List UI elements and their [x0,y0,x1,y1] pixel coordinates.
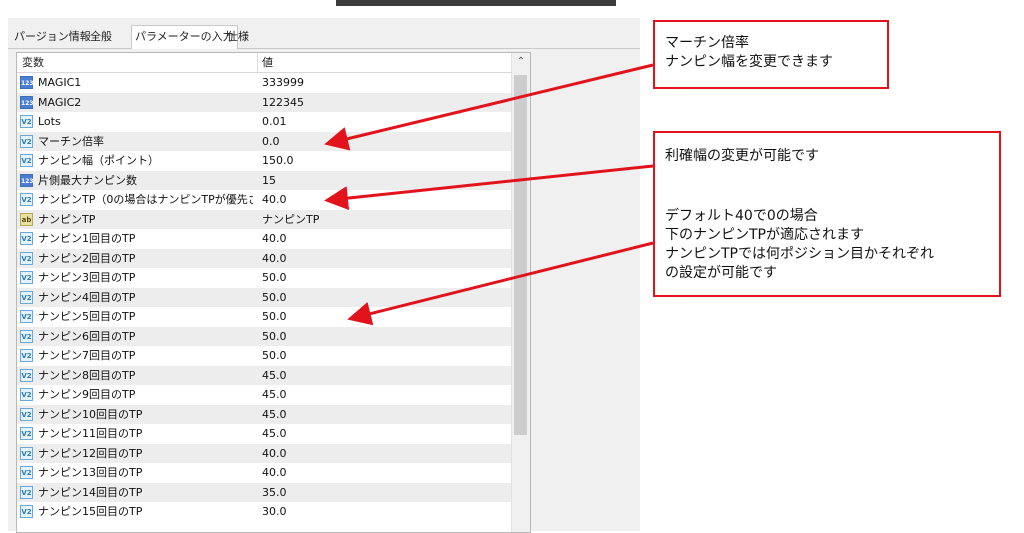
annotation-arrows [324,63,654,326]
arrow-to-tp-row [324,164,654,211]
arrow-to-martin-row [324,63,654,151]
arrow-to-nanpin-tp-rows [347,241,654,326]
